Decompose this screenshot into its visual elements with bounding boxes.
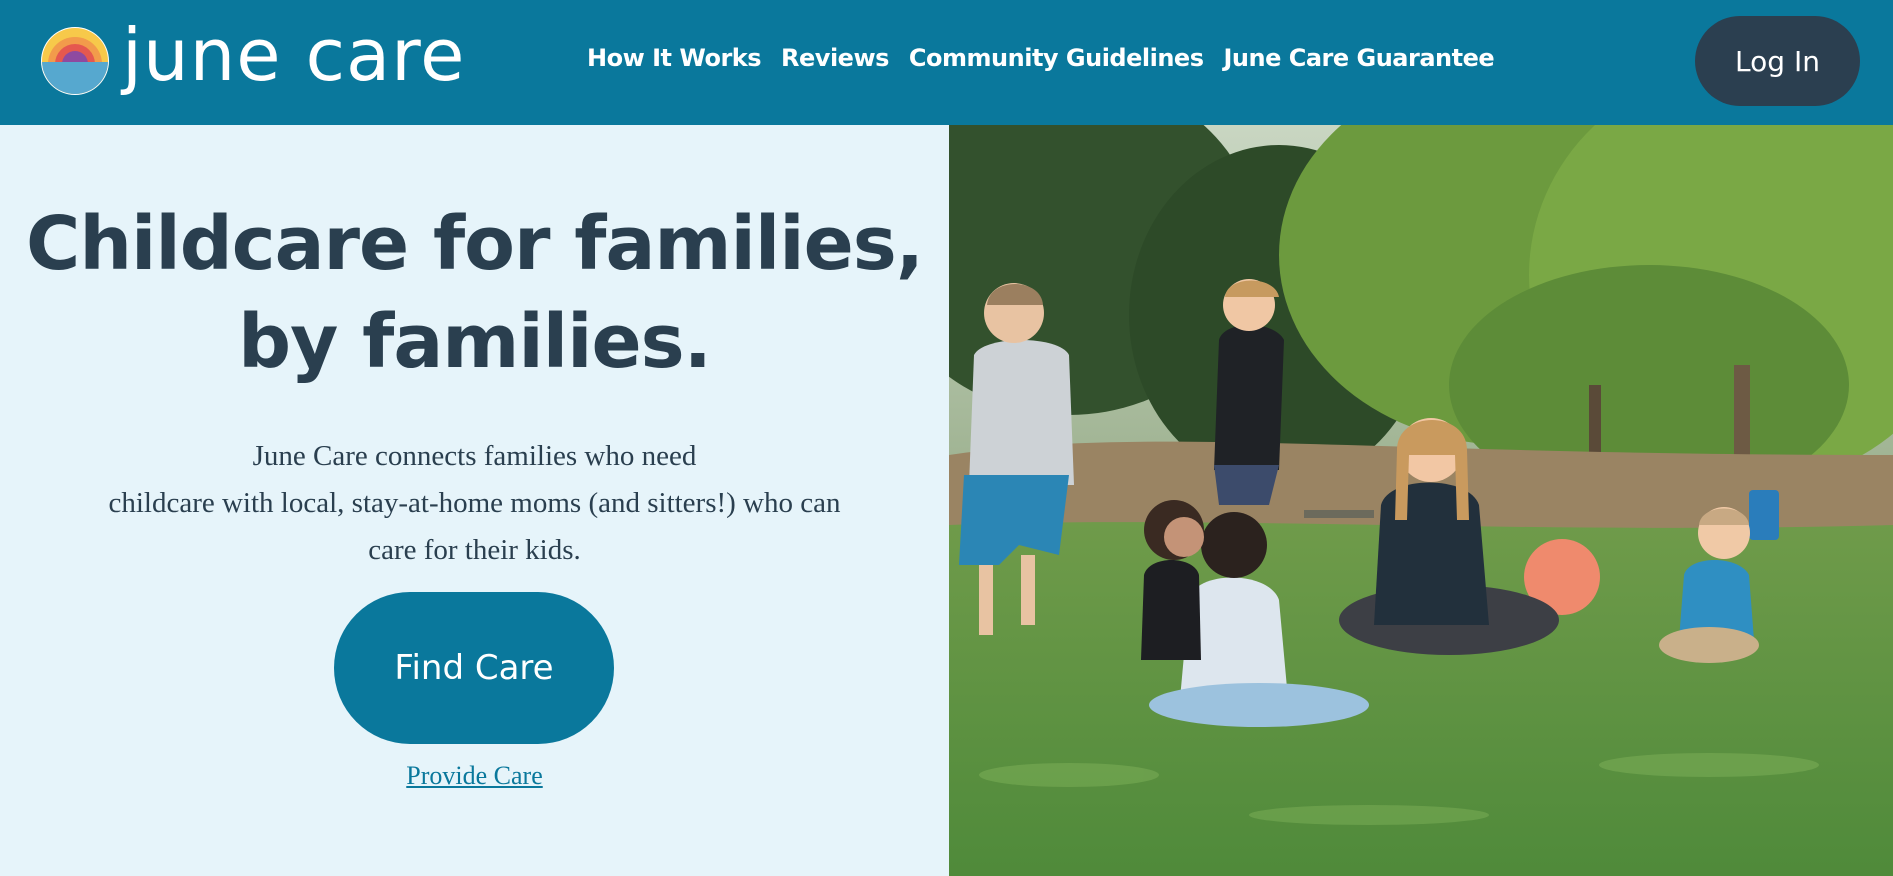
site-header: june care How It Works Reviews Community… (0, 0, 1893, 125)
sunset-logo-icon (41, 27, 109, 95)
provide-care-container: Provide Care (0, 761, 949, 791)
hero-description: June Care connects families who need chi… (20, 433, 929, 574)
logo-wordmark: june care (122, 13, 466, 97)
description-line-1: June Care connects families who need (252, 440, 697, 472)
hero-section: Childcare for families, by families. Jun… (0, 125, 949, 876)
nav-reviews[interactable]: Reviews (781, 44, 889, 72)
nav-community-guidelines[interactable]: Community Guidelines (909, 44, 1204, 72)
hero-headline: Childcare for families, by families. (0, 195, 949, 391)
login-button[interactable]: Log In (1695, 16, 1860, 106)
description-line-3: care for their kids. (368, 534, 581, 566)
june-care-logo[interactable]: june care (40, 19, 465, 96)
park-scene-illustration (949, 125, 1893, 876)
hero-photo-families-playing (949, 125, 1893, 876)
headline-line-2: by families. (238, 299, 712, 385)
headline-line-1: Childcare for families, (26, 201, 924, 287)
provide-care-link[interactable]: Provide Care (406, 761, 542, 790)
description-line-2: childcare with local, stay-at-home moms … (108, 487, 841, 519)
nav-how-it-works[interactable]: How It Works (587, 44, 762, 72)
main-nav: How It Works Reviews Community Guideline… (587, 44, 1495, 72)
find-care-button[interactable]: Find Care (334, 592, 614, 744)
nav-june-care-guarantee[interactable]: June Care Guarantee (1223, 44, 1494, 72)
